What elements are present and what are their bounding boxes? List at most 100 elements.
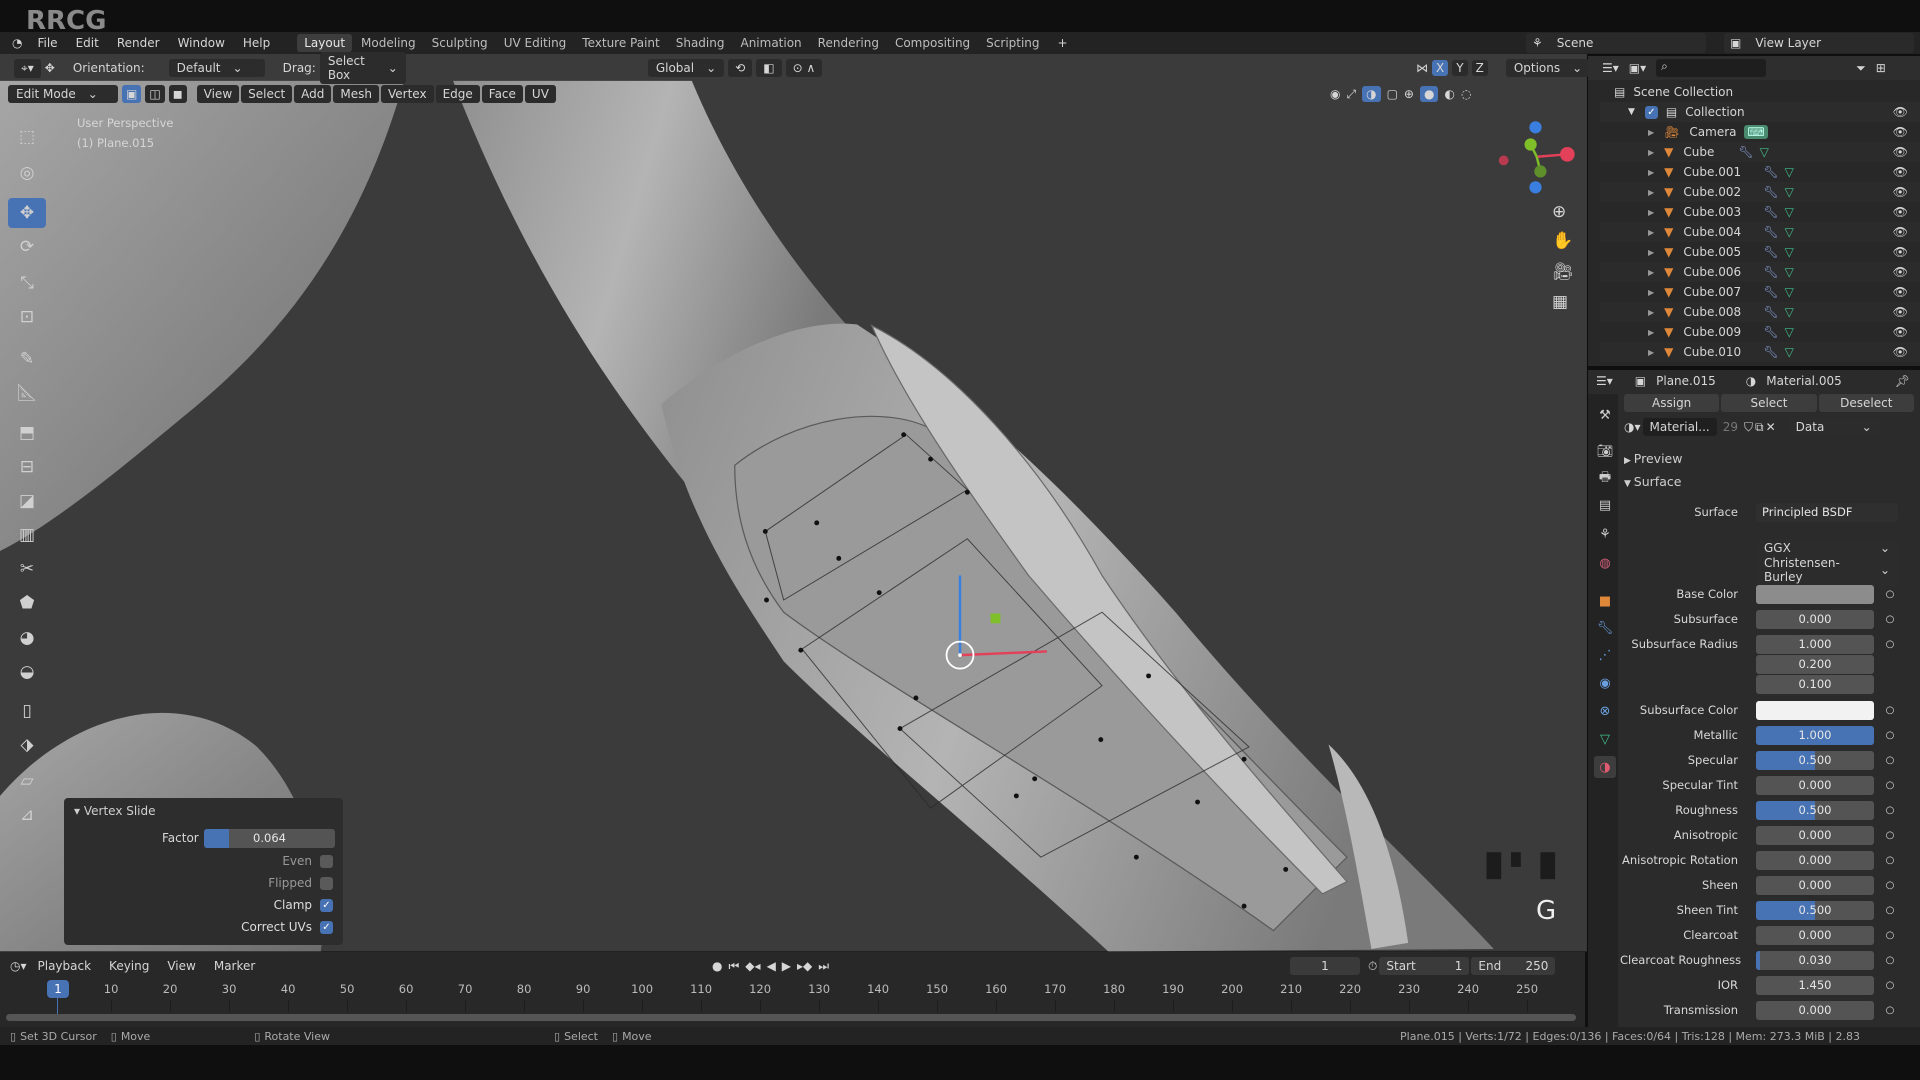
eye-icon[interactable]: 👁︎ bbox=[1893, 325, 1908, 339]
fake-user-icon[interactable]: ⛉ bbox=[1744, 420, 1753, 435]
timeline-menu-view[interactable]: View bbox=[160, 957, 202, 975]
checkbox[interactable] bbox=[320, 854, 333, 868]
value-slider[interactable]: 0.500 bbox=[1756, 750, 1874, 770]
scene-selector[interactable]: ⚘ Scene bbox=[1526, 33, 1706, 53]
outliner-item[interactable]: ▶ ▼ Cube.007 🔧︎ ▽ 👁︎ bbox=[1600, 282, 1920, 302]
socket-icon[interactable]: ○ bbox=[1882, 880, 1898, 891]
world-icon[interactable]: ◍ bbox=[1594, 552, 1616, 574]
poly-build-icon[interactable]: ⬟ bbox=[8, 588, 46, 618]
render-icon[interactable]: 📷︎ bbox=[1594, 440, 1616, 462]
view-layer-icon[interactable]: ▤ bbox=[1594, 494, 1616, 516]
outliner-item[interactable]: ▶ ▼ Cube.002 🔧︎ ▽ 👁︎ bbox=[1600, 182, 1920, 202]
menu-help[interactable]: Help bbox=[236, 34, 277, 52]
socket-icon[interactable]: ○ bbox=[1882, 589, 1898, 600]
outliner-item[interactable]: ▶ 🎥︎ Camera ⌨ 👁︎ bbox=[1600, 122, 1920, 142]
expand-icon[interactable]: ▶ bbox=[1648, 188, 1654, 197]
expand-icon[interactable]: ▼ bbox=[1628, 107, 1635, 117]
measure-icon[interactable]: 📐︎ bbox=[8, 378, 46, 408]
socket-icon[interactable]: ○ bbox=[1882, 730, 1898, 741]
options-dropdown[interactable]: Options ⌄ bbox=[1505, 59, 1591, 77]
vertex-select-mode-icon[interactable]: ▣ bbox=[122, 85, 142, 103]
value-slider[interactable]: 0.000 bbox=[1756, 1000, 1874, 1020]
value-slider[interactable]: 0.000 bbox=[1756, 609, 1874, 629]
eye-icon[interactable]: 👁︎ bbox=[1893, 125, 1908, 139]
data-icon[interactable]: ▽ bbox=[1594, 728, 1616, 750]
assign-button[interactable]: Assign bbox=[1624, 394, 1720, 412]
view-layer-icon[interactable]: ▣▾ bbox=[1629, 61, 1646, 75]
play-reverse-icon[interactable]: ◀ bbox=[767, 959, 776, 973]
option-clamp[interactable]: Clamp ✓ bbox=[274, 898, 333, 912]
material-browse-icon[interactable]: ◑▾ bbox=[1624, 420, 1641, 434]
editor-type-icon[interactable]: ☰▾ bbox=[1596, 374, 1613, 388]
material-icon[interactable]: ◑ bbox=[1594, 756, 1616, 778]
xray-toggle-icon[interactable]: ▢ bbox=[1387, 87, 1398, 101]
expand-icon[interactable]: ▶ bbox=[1648, 208, 1654, 217]
mesh-data-icon[interactable]: ▽ bbox=[1760, 145, 1769, 159]
socket-icon[interactable]: ○ bbox=[1882, 1005, 1898, 1016]
pan-hand-icon[interactable]: ✋ bbox=[1552, 231, 1573, 251]
surface-panel-header[interactable]: ▼ Surface bbox=[1624, 474, 1681, 489]
material-shading-icon[interactable]: ◐ bbox=[1444, 87, 1454, 101]
record-icon[interactable]: ● bbox=[712, 959, 722, 973]
camera-data-icon[interactable]: ⌨ bbox=[1744, 125, 1768, 139]
view-layer-selector[interactable]: ▣ View Layer bbox=[1724, 33, 1914, 53]
particles-icon[interactable]: ⋰ bbox=[1594, 644, 1616, 666]
zoom-icon[interactable]: ⊕ bbox=[1552, 202, 1566, 222]
transform-orientation-dropdown[interactable]: Global ⌄ bbox=[647, 59, 725, 77]
modifier-wrench-icon[interactable]: 🔧︎ bbox=[1763, 185, 1778, 199]
menu-vertex[interactable]: Vertex bbox=[381, 85, 434, 103]
expand-icon[interactable]: ▶ bbox=[1648, 128, 1654, 137]
filter-icon[interactable]: ⏷ bbox=[1856, 61, 1866, 76]
eye-icon[interactable]: 👁︎ bbox=[1893, 285, 1908, 299]
start-frame-field[interactable]: Start 1 bbox=[1379, 957, 1470, 975]
timeline-scrollbar[interactable] bbox=[6, 1014, 1576, 1021]
outliner-item[interactable]: ▶ ▼ Cube.005 🔧︎ ▽ 👁︎ bbox=[1600, 242, 1920, 262]
value-slider[interactable]: 1.450 bbox=[1756, 975, 1874, 995]
menu-edit[interactable]: Edit bbox=[69, 34, 106, 52]
editor-type-icon[interactable]: ◷▾ bbox=[10, 959, 27, 973]
orientation-dropdown[interactable]: Default ⌄ bbox=[168, 59, 265, 77]
workspace-tab-compositing[interactable]: Compositing bbox=[888, 34, 977, 52]
rotate-icon[interactable]: ⟳ bbox=[8, 232, 46, 262]
subsurface-method-dropdown[interactable]: Christensen-Burley ⌄ bbox=[1756, 554, 1898, 586]
expand-icon[interactable]: ▶ bbox=[1648, 168, 1654, 177]
pivot-point-icon[interactable]: ⟲ bbox=[728, 59, 753, 77]
spin-icon[interactable]: ◕ bbox=[8, 623, 46, 653]
rendered-shading-icon[interactable]: ◌ bbox=[1461, 87, 1471, 101]
value-slider[interactable]: 0.000 bbox=[1756, 875, 1874, 895]
timeline-menu-keying[interactable]: Keying bbox=[102, 957, 156, 975]
outliner-item[interactable]: ▶ ▼ Cube 🔧︎ ▽ 👁︎ bbox=[1600, 142, 1920, 162]
socket-icon[interactable]: ○ bbox=[1882, 980, 1898, 991]
object-icon[interactable]: ■ bbox=[1594, 590, 1616, 612]
blender-logo-icon[interactable]: ◔ bbox=[8, 36, 26, 50]
workspace-tab-rendering[interactable]: Rendering bbox=[811, 34, 886, 52]
workspace-tab-uv-editing[interactable]: UV Editing bbox=[497, 34, 574, 52]
expand-icon[interactable]: ▶ bbox=[1648, 148, 1654, 157]
socket-icon[interactable]: ○ bbox=[1882, 705, 1898, 716]
link-dropdown[interactable]: Data ⌄ bbox=[1787, 418, 1880, 436]
socket-icon[interactable]: ○ bbox=[1882, 855, 1898, 866]
prev-keyframe-icon[interactable]: ◆◂ bbox=[745, 959, 760, 973]
expand-icon[interactable]: ▶ bbox=[1648, 288, 1654, 297]
outliner-scene-collection[interactable]: ▤ Scene Collection bbox=[1600, 82, 1920, 102]
tool-settings-icon[interactable]: ⌖▾ bbox=[14, 58, 41, 78]
outliner-item[interactable]: ▶ ▼ Cube.004 🔧︎ ▽ 👁︎ bbox=[1600, 222, 1920, 242]
menu-render[interactable]: Render bbox=[110, 34, 167, 52]
menu-face[interactable]: Face bbox=[481, 85, 523, 103]
menu-select[interactable]: Select bbox=[241, 85, 293, 103]
option-correct-uvs[interactable]: Correct UVs ✓ bbox=[241, 920, 333, 934]
overlay-toggle-icon[interactable]: ◑ bbox=[1362, 86, 1381, 102]
eye-icon[interactable]: 👁︎ bbox=[1893, 265, 1908, 279]
transform-icon[interactable]: ⊡ bbox=[8, 302, 46, 332]
socket-icon[interactable]: ○ bbox=[1882, 905, 1898, 916]
move-icon[interactable]: ✥ bbox=[8, 198, 46, 228]
shrink-fatten-icon[interactable]: ⬗ bbox=[8, 730, 46, 760]
value-slider[interactable]: 0.000 bbox=[1756, 825, 1874, 845]
workspace-tab-sculpting[interactable]: Sculpting bbox=[425, 34, 495, 52]
modifier-wrench-icon[interactable]: 🔧︎ bbox=[1763, 305, 1778, 319]
exclude-checkbox[interactable]: ✓ bbox=[1644, 105, 1658, 119]
edge-select-mode-icon[interactable]: ◫ bbox=[145, 85, 165, 103]
knife-icon[interactable]: ✂ bbox=[8, 554, 46, 584]
bevel-icon[interactable]: ◪ bbox=[8, 486, 46, 516]
expand-icon[interactable]: ▶ bbox=[1648, 308, 1654, 317]
